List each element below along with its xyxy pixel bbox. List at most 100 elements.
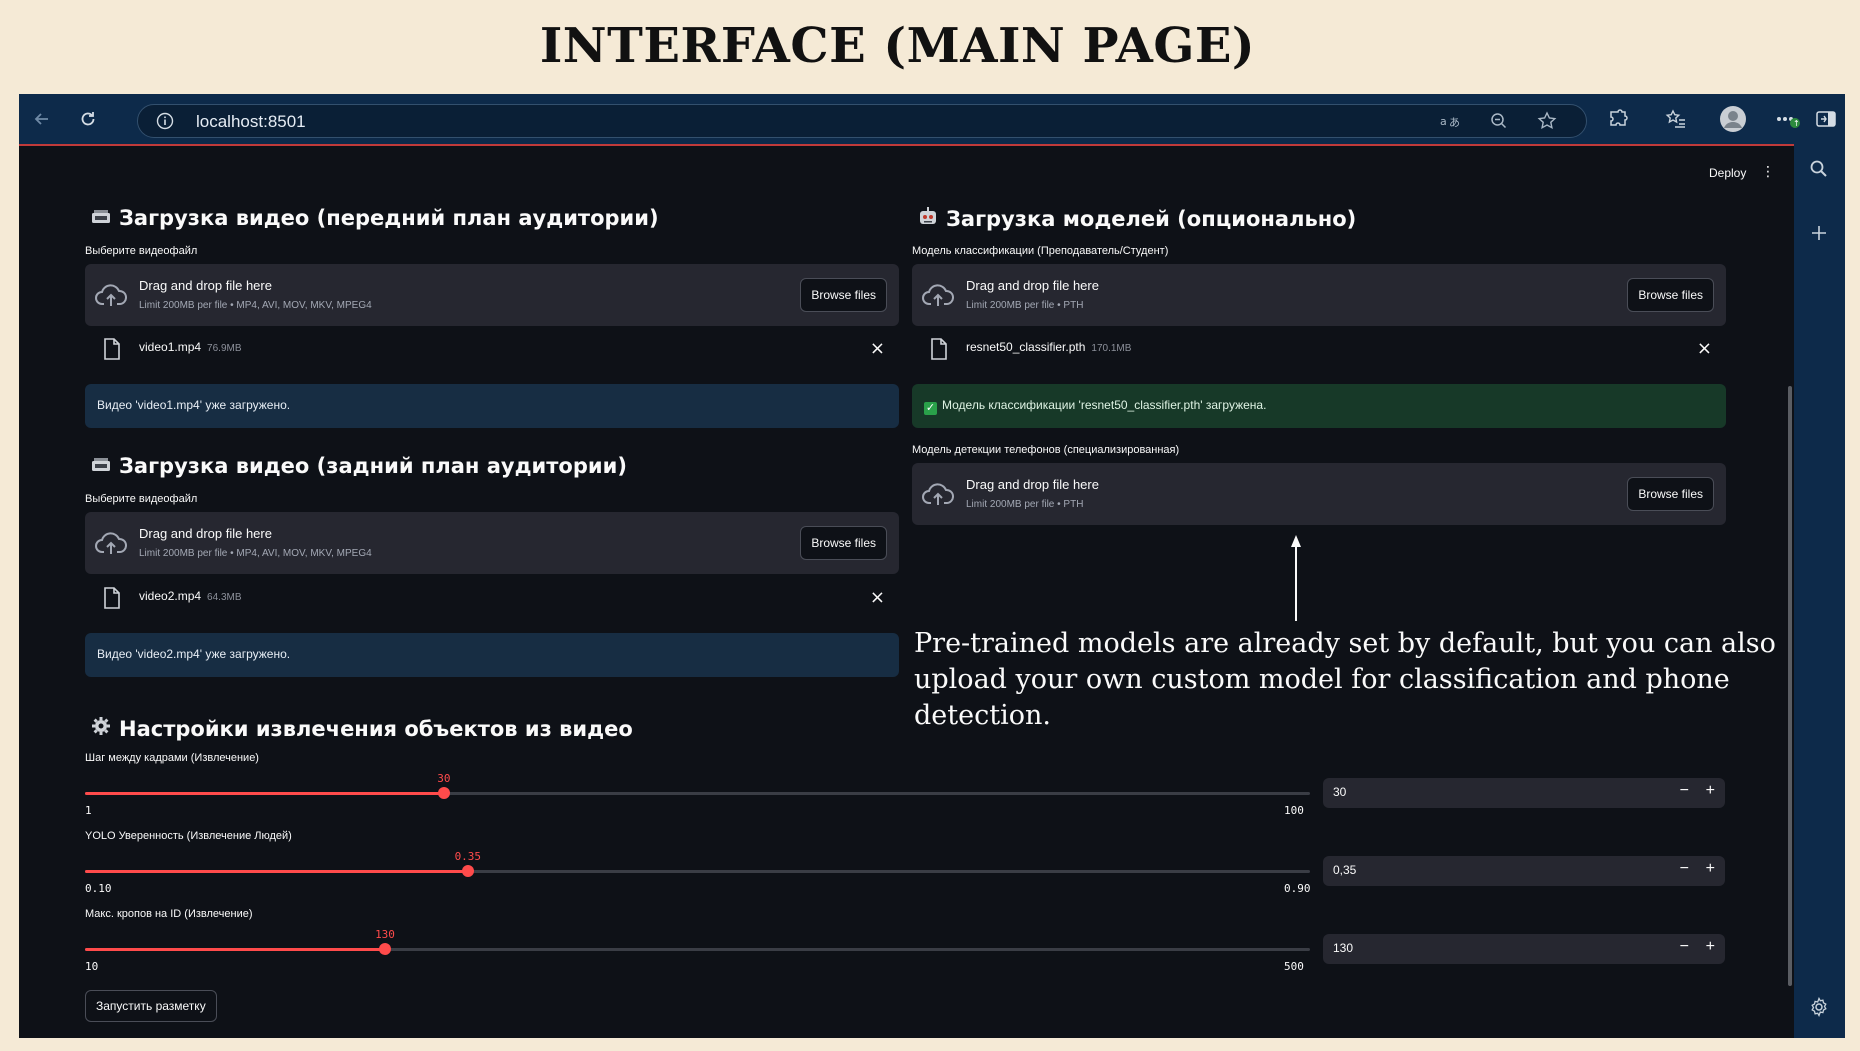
dropzone-title: Drag and drop file here [139,526,272,541]
models-title: Загрузка моделей (опционально) [946,207,1357,231]
back-video-heading: Загрузка видео (задний план аудитории) [89,454,627,478]
profile-avatar-icon[interactable] [1716,102,1750,136]
decrement-button[interactable]: − [1680,938,1689,956]
front-video-title: Загрузка видео (передний план аудитории) [119,206,659,230]
back-video-label: Выберите видеофайл [85,493,198,505]
slider-thumb[interactable] [437,787,450,799]
slider-value: 30 [437,772,451,785]
slider-fill [85,870,468,873]
uploaded-file-row: video2.mp4 64.3MB × [85,585,899,615]
classifier-success-alert: ✓ Модель классификации 'resnet50_classifi… [912,384,1726,428]
file-name: video1.mp4 76.9MB [139,340,242,354]
annotation-arrow-line [1295,543,1297,621]
settings-title: Настройки извлечения объектов из видео [119,717,633,741]
increment-button[interactable]: + [1706,782,1715,800]
annotation-text: Pre-trained models are already set by de… [914,628,1776,731]
slider-label: Макс. кропов на ID (Извлечение) [85,908,253,920]
front-video-dropzone[interactable]: Drag and drop file here Limit 200MB per … [85,264,899,326]
browse-files-button[interactable]: Browse files [1627,477,1714,511]
browser-window: localhost:8501 aあ ↑ Deploy ⋮ Загрузка ви… [19,94,1845,1038]
run-labeling-button[interactable]: Запустить разметку [85,990,217,1022]
slider-value: 130 [375,928,395,941]
slide-title: INTERFACE (MAIN PAGE) [539,18,1256,74]
front-video-label: Выберите видеофайл [85,245,198,257]
favorite-star-icon[interactable] [1536,110,1558,132]
models-heading: Загрузка моделей (опционально) [916,206,1356,231]
cloud-upload-icon [922,483,954,505]
decrement-button[interactable]: − [1680,860,1689,878]
dropzone-limit: Limit 200MB per file • MP4, AVI, MOV, MK… [139,300,372,311]
file-size: 170.1MB [1091,343,1132,354]
slider-min: 0.10 [85,882,112,895]
increment-button[interactable]: + [1706,938,1715,956]
number-input-value[interactable]: 0,35 [1333,863,1356,877]
extensions-icon[interactable] [1601,102,1635,136]
slider-max: 500 [1284,960,1304,973]
translate-icon[interactable]: aあ [1440,110,1462,132]
deploy-button[interactable]: Deploy [1709,166,1746,180]
svg-text:↑: ↑ [1793,119,1800,128]
slider-min: 1 [85,804,92,817]
success-text: ✓ Модель классификации 'resnet50_classifi… [924,398,1267,415]
file-icon [931,338,947,360]
slider-label: YOLO Уверенность (Извлечение Людей) [85,830,292,842]
robot-icon [916,206,940,231]
sidebar-toggle-icon[interactable] [1809,102,1843,136]
file-icon [104,587,120,609]
back-video-title: Загрузка видео (задний план аудитории) [119,454,627,478]
slider-thumb[interactable] [379,943,391,955]
url-text: localhost:8501 [196,112,306,131]
site-info-icon[interactable] [154,110,176,132]
dropzone-title: Drag and drop file here [139,278,272,293]
reload-icon[interactable] [71,102,105,136]
main-menu-icon[interactable]: ⋮ [1761,164,1775,180]
file-size: 64.3MB [207,592,242,603]
zoom-out-icon[interactable] [1488,110,1510,132]
settings-gear-icon[interactable] [1806,994,1832,1020]
info-text: Видео 'video1.mp4' уже загружено. [97,398,291,412]
add-icon[interactable] [1806,220,1832,246]
address-bar[interactable]: localhost:8501 aあ [137,104,1587,138]
search-icon[interactable] [1806,156,1832,182]
settings-heading: Настройки извлечения объектов из видео [89,716,633,741]
slider-track[interactable]: 0.35 [85,850,1310,877]
file-icon [104,338,120,360]
number-input[interactable]: 0,35 − + [1323,856,1725,886]
browse-files-button[interactable]: Browse files [800,278,887,312]
browse-files-button[interactable]: Browse files [1627,278,1714,312]
film-projector-icon [89,454,113,478]
page-scrollbar[interactable] [1788,386,1792,986]
remove-file-icon[interactable]: × [870,587,885,608]
number-input-value[interactable]: 130 [1333,941,1353,955]
favorites-list-icon[interactable] [1659,102,1693,136]
front-video-info-alert: Видео 'video1.mp4' уже загружено. [85,384,899,428]
back-video-dropzone[interactable]: Drag and drop file here Limit 200MB per … [85,512,899,574]
decrement-button[interactable]: − [1680,782,1689,800]
remove-file-icon[interactable]: × [870,338,885,359]
file-name: resnet50_classifier.pth 170.1MB [966,340,1132,354]
number-input[interactable]: 30 − + [1323,778,1725,808]
remove-file-icon[interactable]: × [1697,338,1712,359]
increment-button[interactable]: + [1706,860,1715,878]
more-options-icon[interactable]: ↑ [1771,102,1805,136]
cloud-upload-icon [95,284,127,306]
slider-track[interactable]: 130 [85,928,1310,955]
slider-thumb[interactable] [461,865,474,877]
number-input[interactable]: 130 − + [1323,934,1725,964]
dropzone-limit: Limit 200MB per file • PTH [966,499,1084,510]
number-input-value[interactable]: 30 [1333,785,1346,799]
classifier-dropzone[interactable]: Drag and drop file here Limit 200MB per … [912,264,1726,326]
app-page: Deploy ⋮ Загрузка видео (передний план а… [19,146,1794,1038]
phone-model-dropzone[interactable]: Drag and drop file here Limit 200MB per … [912,463,1726,525]
slider-track[interactable]: 30 [85,772,1310,799]
checkmark-icon: ✓ [924,402,937,415]
back-icon[interactable] [25,102,59,136]
slider-fill [85,948,385,951]
slider-max: 0.90 [1284,882,1311,895]
svg-text:a: a [1440,115,1447,128]
browse-files-button[interactable]: Browse files [800,526,887,560]
browser-toolbar: localhost:8501 aあ ↑ [19,94,1845,144]
dropzone-limit: Limit 200MB per file • MP4, AVI, MOV, MK… [139,548,372,559]
classifier-label: Модель классификации (Преподаватель/Студ… [912,245,1169,257]
cloud-upload-icon [922,284,954,306]
